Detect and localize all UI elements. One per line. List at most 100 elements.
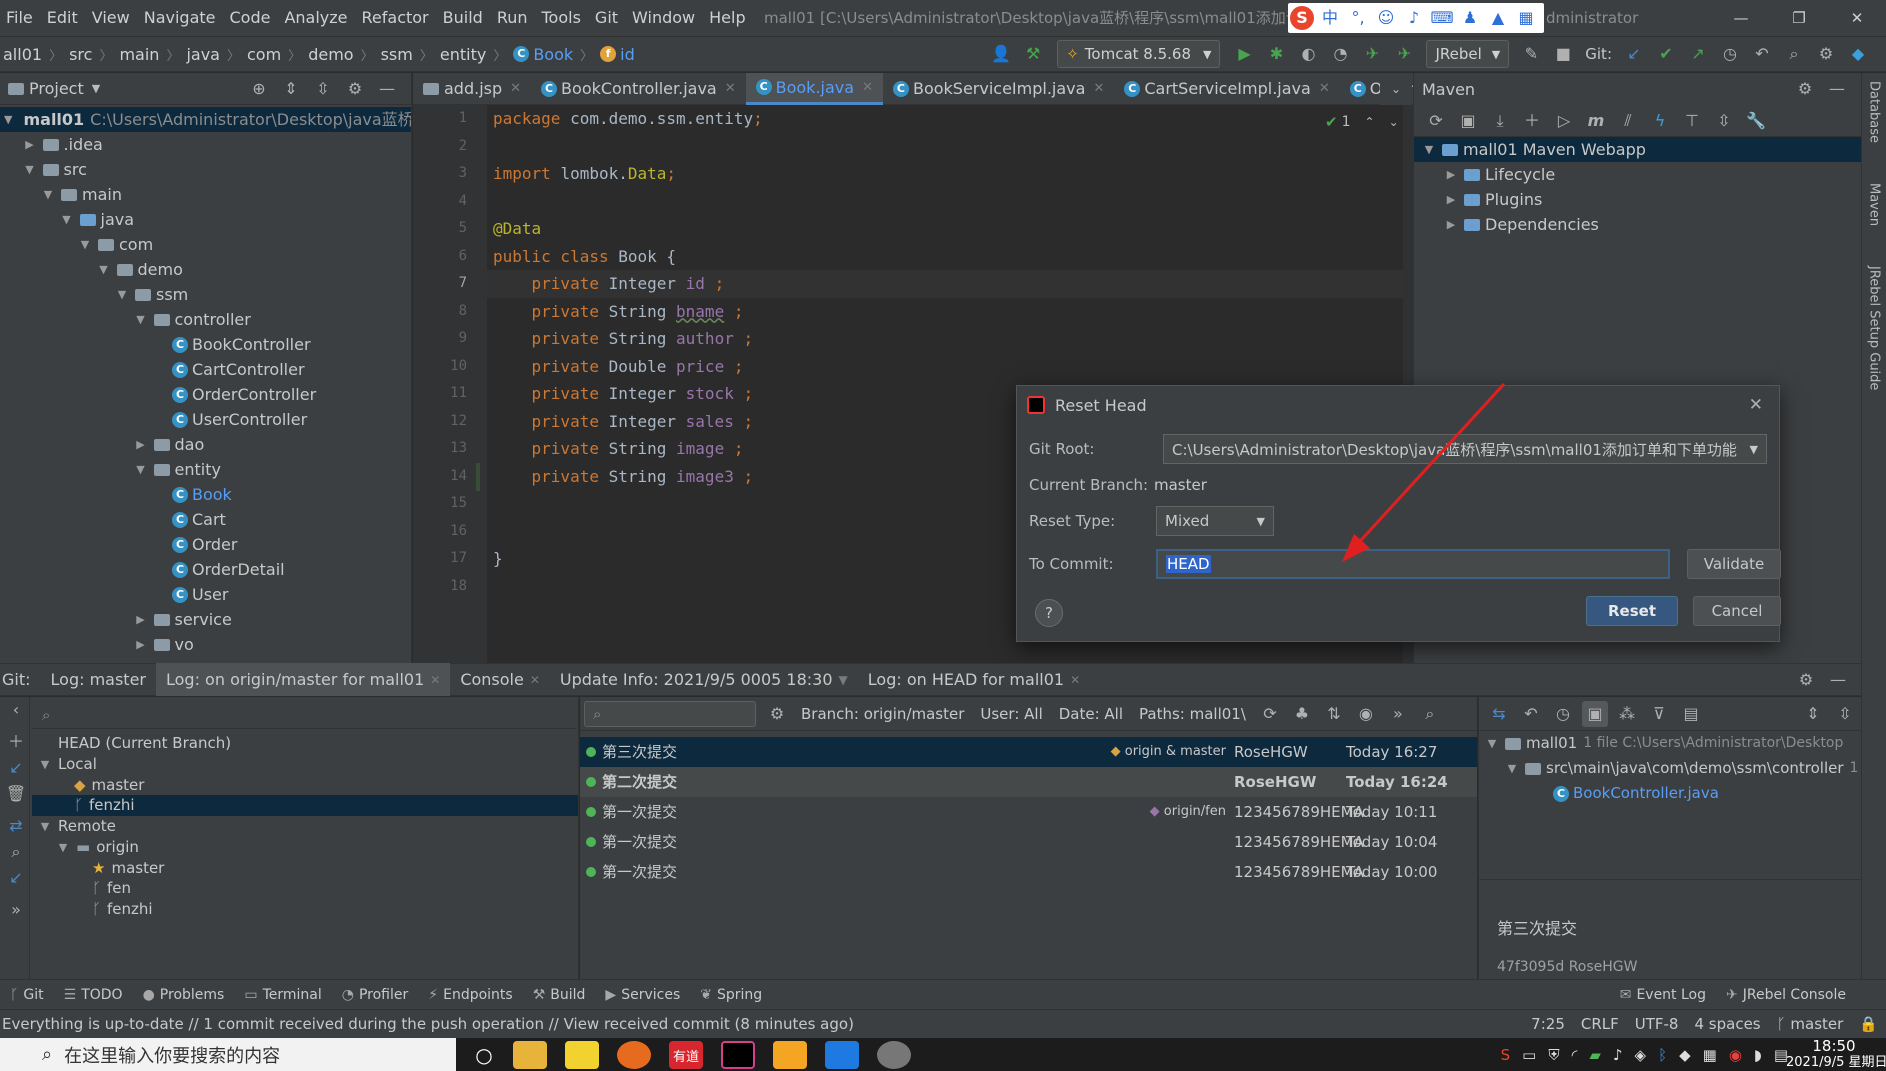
chevron-down-icon[interactable]: ▼ — [92, 82, 100, 95]
chevron-right-icon[interactable]: ▶ — [1444, 162, 1458, 187]
update-selected-icon[interactable]: ↙ — [3, 755, 29, 781]
project-tree-item[interactable]: ▶ service — [0, 607, 411, 632]
git-tab[interactable]: Update Info: 2021/9/5 0005 18:30 ▼ — [550, 663, 858, 696]
taskbar-search[interactable]: ⌕ 在这里输入你要搜索的内容 — [0, 1038, 456, 1071]
branch-tree-item[interactable]: ᚴ fen — [32, 879, 578, 900]
package-icon[interactable]: ◆ — [1679, 1046, 1691, 1064]
cherry-pick-icon[interactable]: ♣ — [1289, 701, 1315, 727]
collapse-all-icon[interactable]: ⇳ — [1832, 701, 1858, 727]
close-tab-icon[interactable]: ✕ — [1093, 81, 1104, 96]
paths-filter[interactable]: Paths: mall01\ — [1131, 705, 1254, 723]
project-tree-item[interactable]: ▼ main — [0, 182, 411, 207]
code-line[interactable] — [487, 133, 1413, 161]
editor-tab[interactable]: C BookServiceImpl.java ✕ — [883, 73, 1114, 105]
code-line[interactable]: @Data — [487, 215, 1413, 243]
database-tool-tab[interactable]: Database — [1867, 81, 1882, 143]
line-separator[interactable]: CRLF — [1573, 1015, 1627, 1033]
shield-icon[interactable]: ⛨ — [1548, 1046, 1559, 1064]
compare-icon[interactable]: ⇄ — [3, 813, 29, 839]
reset-type-select[interactable]: Mixed ▼ — [1156, 506, 1274, 536]
chevron-down-icon[interactable]: ▼ — [38, 752, 52, 777]
reload-icon[interactable]: ⟳ — [1423, 108, 1449, 134]
plus-icon[interactable]: ＋ — [1519, 108, 1545, 134]
breadcrumb-item[interactable]: src — [66, 45, 95, 64]
layout-icon[interactable]: ▤ — [1678, 701, 1704, 727]
menu-run[interactable]: Run — [490, 0, 535, 36]
chevron-down-icon[interactable]: ▼ — [4, 107, 12, 132]
eye-icon[interactable]: ◉ — [1353, 701, 1379, 727]
help-button[interactable]: ? — [1035, 599, 1063, 627]
maven-tree-item[interactable]: ▼ mall01 Maven Webapp — [1414, 137, 1861, 162]
changes-folder[interactable]: ▼ src\main\java\com\demo\ssm\controller … — [1479, 756, 1861, 781]
revert-icon[interactable]: ↶ — [1518, 701, 1544, 727]
wifi-icon[interactable]: ◜ — [1572, 1046, 1578, 1064]
toolwindow-spring[interactable]: ❦ Spring — [690, 980, 772, 1010]
close-tab-icon[interactable]: ✕ — [1070, 673, 1080, 687]
close-tab-icon[interactable]: ✕ — [530, 673, 540, 687]
project-title[interactable]: Project — [29, 79, 84, 98]
download-icon[interactable]: ⤓ — [1487, 108, 1513, 134]
profile-icon[interactable]: ◔ — [1327, 41, 1353, 67]
youdao-icon[interactable]: 有道 — [669, 1041, 703, 1069]
chevron-right-icon[interactable]: ▶ — [1444, 212, 1458, 237]
display-icon[interactable]: ▦ — [1703, 1046, 1717, 1064]
project-tree-item[interactable]: ▼ src — [0, 157, 411, 182]
coverage-icon[interactable]: ◐ — [1295, 41, 1321, 67]
breadcrumb-item[interactable]: C Book — [510, 45, 576, 64]
toolwindow-services[interactable]: ▶ Services — [595, 980, 690, 1010]
commit-row[interactable]: 第二次提交 RoseHGW Today 16:24 — [580, 767, 1477, 797]
breadcrumb-item[interactable]: main — [116, 45, 162, 64]
diff-icon[interactable]: ⇆ — [1486, 701, 1512, 727]
run-icon[interactable]: ▶ — [1231, 41, 1257, 67]
nvidia-icon[interactable]: ▰ — [1589, 1046, 1601, 1064]
settings-gear-icon[interactable]: ⚙ — [1793, 667, 1819, 693]
branch-tree-item[interactable]: ▼ ▬ origin — [32, 837, 578, 858]
toolwindow-git[interactable]: ᚴ Git — [0, 980, 54, 1010]
chevron-right-icon[interactable]: ▶ — [23, 132, 37, 157]
volume-icon[interactable]: ♪ — [1613, 1046, 1623, 1064]
chevron-down-icon[interactable]: ▼ — [134, 307, 148, 332]
reset-button[interactable]: Reset — [1586, 596, 1678, 626]
firefox-icon[interactable] — [617, 1041, 651, 1069]
git-update-icon[interactable]: ↙ — [1621, 41, 1647, 67]
refresh-icon[interactable]: ⟳ — [1257, 701, 1283, 727]
attach-icon[interactable]: ✎ — [1518, 41, 1544, 67]
collapse-all-icon[interactable]: ⇳ — [310, 76, 336, 102]
project-tree-item[interactable]: ▼ entity — [0, 457, 411, 482]
cancel-button[interactable]: Cancel — [1693, 596, 1781, 626]
toolwindow-build[interactable]: ⚒ Build — [523, 980, 596, 1010]
app-icon-avatar[interactable] — [877, 1041, 911, 1069]
maven-tree-item[interactable]: ▶ Dependencies — [1414, 212, 1861, 237]
project-tree-item[interactable]: ▼ java — [0, 207, 411, 232]
chevron-down-icon[interactable]: ▼ — [134, 457, 148, 482]
close-tab-icon[interactable]: ✕ — [510, 81, 521, 96]
minimize-icon[interactable]: — — [1712, 0, 1770, 36]
code-line[interactable]: private String author ; — [487, 325, 1413, 353]
project-tree-item[interactable]: C User — [0, 582, 411, 607]
branch-tree-item[interactable]: ᚴ fenzhi — [32, 795, 578, 817]
menu-code[interactable]: Code — [223, 0, 278, 36]
git-branch-status[interactable]: ᚴ master — [1769, 1015, 1852, 1033]
user-filter[interactable]: User: All — [972, 705, 1050, 723]
tabs-dropdown-icon[interactable]: ⌄ — [1380, 73, 1412, 105]
debug-icon[interactable]: ✱ — [1263, 41, 1289, 67]
breadcrumb-item[interactable]: com — [244, 45, 284, 64]
branch-filter[interactable]: Branch: origin/master — [793, 705, 972, 723]
project-tree-item[interactable]: C Book — [0, 482, 411, 507]
indent-setting[interactable]: 4 spaces — [1686, 1015, 1768, 1033]
toolwindow-problems[interactable]: ● Problems — [133, 980, 235, 1010]
breadcrumb-item[interactable]: f id — [597, 45, 638, 64]
sogou-ime-icon[interactable]: S — [1290, 6, 1314, 30]
code-line[interactable]: private Integer id ; — [487, 270, 1413, 298]
chevron-right-icon[interactable]: ▶ — [1444, 187, 1458, 212]
breadcrumb-item[interactable]: demo — [305, 45, 356, 64]
sogou-tray-icon[interactable]: S — [1501, 1046, 1511, 1064]
chevron-down-icon[interactable]: ▼ — [97, 257, 111, 282]
editor-tab[interactable]: add.jsp ✕ — [413, 73, 531, 105]
expand-all-icon[interactable]: ⇕ — [278, 76, 304, 102]
log-search-input[interactable]: ⌕ — [584, 700, 756, 727]
skip-tests-icon[interactable]: ϟ — [1647, 108, 1673, 134]
branch-tree-item[interactable]: ▼ Remote — [32, 816, 578, 837]
cursor-position[interactable]: 7:25 — [1523, 1015, 1573, 1033]
chevron-right-icon[interactable]: ▶ — [134, 607, 148, 632]
